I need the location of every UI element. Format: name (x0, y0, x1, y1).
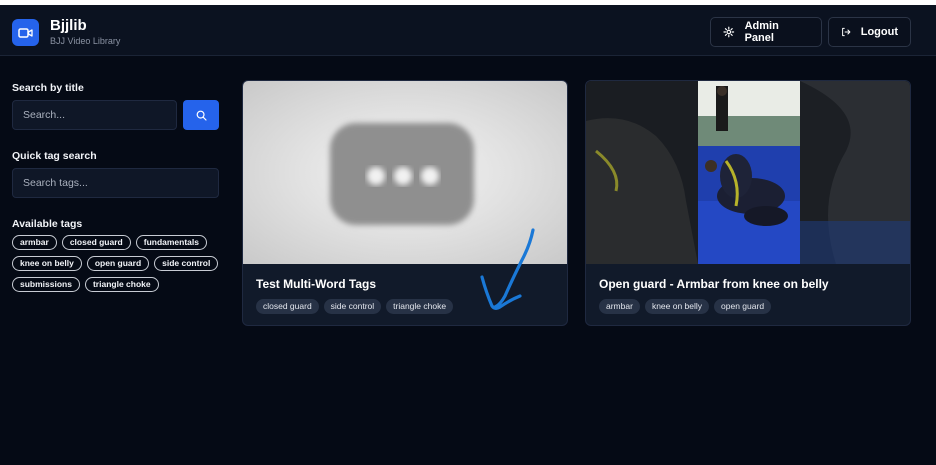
video-tag[interactable]: open guard (714, 299, 772, 314)
video-tag[interactable]: triangle choke (386, 299, 454, 314)
admin-panel-label: Admin Panel (744, 20, 779, 44)
app-title: Bjjlib (50, 17, 87, 34)
video-thumbnail[interactable] (243, 81, 567, 264)
admin-panel-button[interactable]: Admin Panel (710, 17, 822, 47)
video-camera-icon (12, 19, 39, 46)
gear-icon (723, 26, 735, 38)
app-subtitle: BJJ Video Library (50, 36, 121, 46)
tag-closed-guard[interactable]: closed guard (61, 235, 131, 250)
logout-button[interactable]: Logout (828, 17, 911, 47)
video-card[interactable]: Test Multi-Word Tags closed guard side c… (242, 80, 568, 326)
logout-label: Logout (860, 26, 898, 38)
video-card[interactable]: Open guard - Armbar from knee on belly a… (585, 80, 911, 326)
available-tags-label: Available tags (12, 218, 83, 230)
tag-open-guard[interactable]: open guard (86, 256, 150, 271)
video-thumbnail[interactable] (586, 81, 910, 264)
loading-dots-icon (330, 123, 474, 225)
search-button[interactable] (183, 100, 219, 130)
tag-knee-on-belly[interactable]: knee on belly (12, 256, 82, 271)
title-search-input[interactable] (12, 100, 177, 130)
video-tag[interactable]: knee on belly (644, 299, 710, 314)
tag-armbar[interactable]: armbar (12, 235, 57, 250)
search-by-title-label: Search by title (12, 82, 84, 94)
tag-fundamentals[interactable]: fundamentals (135, 235, 207, 250)
grappling-video-frame (586, 81, 910, 264)
quick-tag-search-label: Quick tag search (12, 150, 97, 162)
video-title: Test Multi-Word Tags (256, 277, 376, 291)
video-title: Open guard - Armbar from knee on belly (599, 277, 829, 291)
app-header: Bjjlib BJJ Video Library Admin Panel Log… (0, 5, 936, 56)
video-tag[interactable]: side control (323, 299, 382, 314)
video-tags: armbar knee on belly open guard (599, 299, 772, 314)
video-tag[interactable]: armbar (599, 299, 640, 314)
search-icon (196, 110, 207, 121)
available-tags-list: armbar closed guard fundamentals knee on… (12, 235, 224, 292)
tag-search-input[interactable] (12, 168, 219, 198)
logout-icon (842, 27, 851, 37)
tag-triangle-choke[interactable]: triangle choke (84, 277, 159, 292)
tag-submissions[interactable]: submissions (12, 277, 80, 292)
video-tags: closed guard side control triangle choke (256, 299, 454, 314)
video-tag[interactable]: closed guard (256, 299, 319, 314)
tag-side-control[interactable]: side control (154, 256, 219, 271)
